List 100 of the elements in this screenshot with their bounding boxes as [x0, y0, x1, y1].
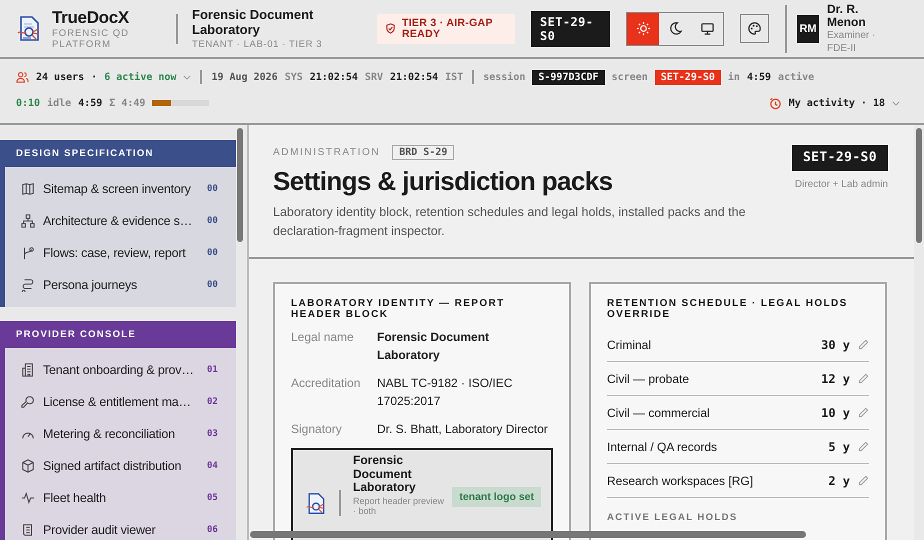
page-title: Settings & jurisdiction packs	[273, 166, 614, 197]
subheading: ACTIVE LEGAL HOLDS	[607, 512, 739, 523]
edit-icon[interactable]	[858, 441, 869, 452]
sun-icon	[636, 21, 650, 36]
timezone: IST	[445, 72, 464, 82]
srv-time: 21:02:54	[390, 72, 438, 82]
scrollbar[interactable]	[237, 128, 243, 242]
sidebar-item[interactable]: Fleet health 05	[5, 482, 236, 514]
item-count: 00	[207, 216, 218, 226]
branch-icon	[21, 246, 35, 260]
tenant-meta: TENANT · LAB-01 · TIER 3	[192, 39, 324, 50]
my-activity[interactable]: My activity · 18	[788, 98, 885, 108]
screen-id: SET-29-S0	[654, 70, 721, 84]
field-value: Dr. S. Bhatt, Laboratory Director	[377, 421, 549, 438]
sidebar-item[interactable]: Provider audit viewer 06	[5, 514, 236, 540]
spec-tag: BRD S-29	[392, 145, 454, 160]
active-time: 0:10	[16, 98, 40, 108]
sys-label: SYS	[284, 72, 303, 82]
preview-name: Forensic Document Laboratory	[353, 454, 417, 494]
item-count: 03	[207, 429, 218, 439]
field-label: Signatory	[291, 421, 343, 438]
in-time: 4:59	[746, 72, 772, 82]
edit-icon[interactable]	[858, 339, 869, 350]
chevron-icon[interactable]	[183, 74, 192, 80]
scroll-icon	[21, 523, 35, 537]
field-label: Accreditation	[291, 375, 362, 392]
item-count: 00	[207, 184, 218, 194]
hierarchy-icon	[21, 214, 35, 228]
pulse-icon	[21, 491, 35, 505]
building-icon	[21, 363, 35, 377]
retention-years: 12 y	[821, 372, 850, 386]
logo-status: tenant logo set	[452, 487, 541, 507]
user-name: Dr. R. Menon	[827, 2, 867, 28]
retention-label: Civil — probate	[607, 372, 690, 386]
sidebar-item[interactable]: Tenant onboarding & prov… 01	[5, 354, 236, 386]
field-value: NABL TC-9182 · ISO/IEC 17025:2017	[377, 375, 514, 410]
moon-icon	[668, 21, 682, 36]
scrollbar[interactable]	[916, 128, 922, 243]
item-count: 04	[207, 461, 218, 471]
section-header: DESIGN SPECIFICATION	[0, 140, 236, 167]
tenant-name: Forensic Document Laboratory	[192, 7, 314, 37]
route-icon	[21, 278, 35, 292]
session-id: S-997D3CDF	[532, 70, 605, 84]
total-time: Σ 4:49	[109, 98, 146, 108]
session-label: session	[483, 72, 526, 82]
preview-note: Report header preview · both	[353, 496, 445, 516]
palette-button[interactable]	[740, 14, 769, 43]
sidebar-item[interactable]: Flows: case, review, report 00	[5, 237, 236, 269]
page-description: Laboratory identity block, retention schedules and legal holds, installed packs and the declaration-fragment inspector.	[273, 204, 747, 240]
logo-icon	[305, 492, 327, 516]
scrollbar[interactable]	[250, 531, 806, 538]
screen-code: SET-29-S0	[792, 145, 888, 171]
user-avatar[interactable]: RM	[797, 14, 819, 42]
breadcrumb: ADMINISTRATION	[273, 147, 380, 158]
sidebar-item[interactable]: Metering & reconciliation 03	[5, 418, 236, 450]
separator: ·	[91, 72, 98, 82]
sidebar-item[interactable]: Architecture & evidence s… 00	[5, 205, 236, 237]
edit-icon[interactable]	[858, 407, 869, 418]
history-icon	[768, 96, 782, 110]
brand-name: TrueDocX	[52, 8, 130, 28]
monitor-icon	[700, 21, 714, 36]
field-label: Legal name	[291, 329, 355, 346]
date: 19 Aug 2026	[211, 72, 278, 82]
item-count: 00	[207, 280, 218, 290]
package-icon	[21, 459, 35, 473]
field-value: Forensic Document Laboratory	[377, 329, 490, 364]
sidebar-item[interactable]: License & entitlement ma… 02	[5, 386, 236, 418]
card-title: RETENTION SCHEDULE · LEGAL HOLDS OVERRIDE	[607, 298, 849, 320]
palette-icon	[747, 21, 762, 36]
item-count: 06	[207, 525, 218, 535]
active-now[interactable]: 6 active now	[104, 72, 176, 82]
retention-label: Research workspaces [RG]	[607, 474, 754, 488]
sidebar-item[interactable]: Sitemap & screen inventory 00	[5, 173, 236, 205]
sidebar-item[interactable]: Signed artifact distribution 04	[5, 450, 236, 482]
sys-time: 21:02:54	[310, 72, 358, 82]
retention-label: Civil — commercial	[607, 406, 711, 420]
screen-code: SET-29-S0	[531, 10, 610, 46]
item-count: 01	[207, 365, 218, 375]
edit-icon[interactable]	[858, 373, 869, 384]
users-count[interactable]: 24 users	[36, 72, 84, 82]
brand-tagline: FORENSIC QD PLATFORM	[52, 28, 130, 50]
idle-time: 4:59	[78, 98, 102, 108]
idle-label: idle	[47, 98, 72, 108]
map-icon	[21, 182, 35, 196]
item-count: 05	[207, 493, 218, 503]
shield-icon	[385, 23, 396, 34]
srv-label: SRV	[364, 72, 383, 82]
chevron-icon[interactable]	[892, 100, 900, 106]
item-count: 00	[207, 248, 218, 258]
retention-label: Internal / QA records	[607, 440, 718, 454]
screen-label: screen	[612, 72, 648, 82]
retention-label: Criminal	[607, 338, 652, 352]
light-theme-button[interactable]	[627, 12, 659, 44]
edit-icon[interactable]	[858, 475, 869, 486]
active-label: active	[778, 72, 814, 82]
tier-badge: TIER 3 · AIR-GAP READY	[377, 14, 515, 44]
section-header: PROVIDER CONSOLE	[0, 321, 236, 348]
users-icon	[16, 70, 29, 84]
in-label: in	[728, 72, 740, 82]
sidebar-item[interactable]: Persona journeys 00	[5, 269, 236, 301]
